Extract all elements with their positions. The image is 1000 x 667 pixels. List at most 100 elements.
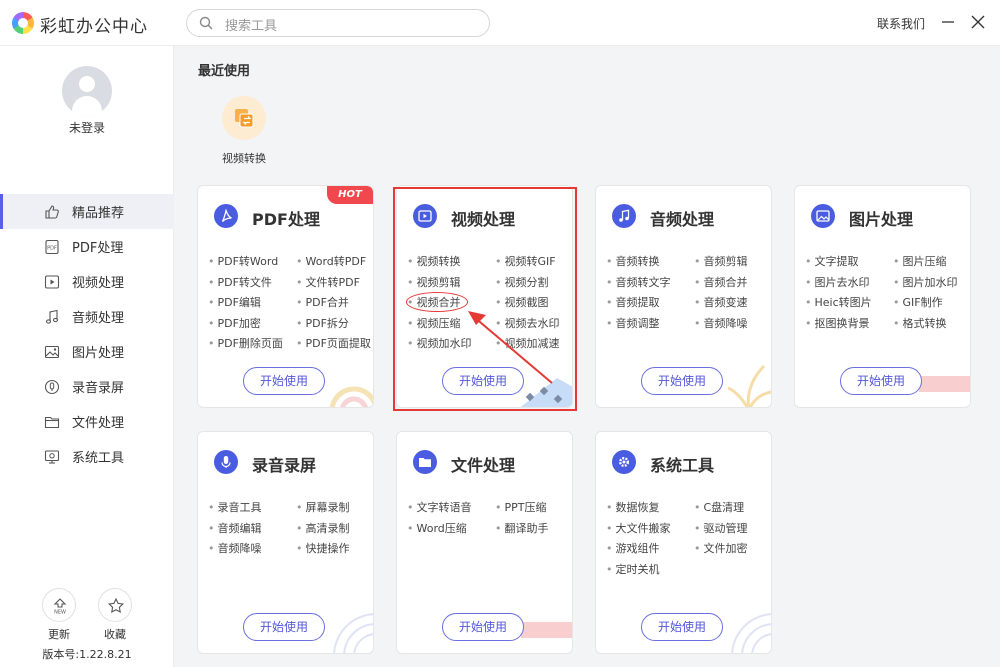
card-icon-wrap xyxy=(214,204,238,228)
search-box[interactable]: 搜索工具 xyxy=(186,9,490,37)
tool-link[interactable]: PDF转文件 xyxy=(208,273,296,294)
tool-link[interactable]: PDF页面提取 xyxy=(296,334,373,355)
tool-link[interactable]: 录音工具 xyxy=(208,498,296,519)
sidebar-item-pdf[interactable]: PDF PDF处理 xyxy=(0,229,174,264)
close-icon[interactable] xyxy=(968,12,988,32)
avatar-head xyxy=(79,76,95,92)
highlight-ellipse xyxy=(406,292,468,312)
tool-link[interactable]: 音频调整 xyxy=(606,314,694,335)
new-update-icon: NEW xyxy=(53,598,67,615)
tool-link[interactable]: 文件转PDF xyxy=(296,273,373,294)
card-icon-wrap xyxy=(612,204,636,228)
start-button[interactable]: 开始使用 xyxy=(442,613,524,641)
tool-link[interactable]: 文件加密 xyxy=(694,539,771,560)
start-button[interactable]: 开始使用 xyxy=(840,367,922,395)
search-input[interactable]: 搜索工具 xyxy=(225,15,277,34)
app-title: 彩虹办公中心 xyxy=(40,17,148,37)
card-decoration xyxy=(521,622,572,638)
tool-link[interactable]: Word压缩 xyxy=(407,519,495,540)
sidebar-item-video[interactable]: 视频处理 xyxy=(0,264,174,299)
recent-item-video-convert[interactable]: 视频转换 xyxy=(214,96,274,166)
star-icon xyxy=(107,597,125,614)
tool-link[interactable]: 文字转语音 xyxy=(407,498,495,519)
tool-link[interactable]: 抠图换背景 xyxy=(805,314,893,335)
start-button[interactable]: 开始使用 xyxy=(641,613,723,641)
tool-link[interactable]: 图片加水印 xyxy=(893,273,970,294)
minimize-icon[interactable] xyxy=(938,12,958,32)
card-decoration xyxy=(333,613,373,653)
tool-link[interactable]: Heic转图片 xyxy=(805,293,893,314)
contact-us-link[interactable]: 联系我们 xyxy=(877,15,925,32)
avatar[interactable] xyxy=(62,66,112,116)
tool-link[interactable]: 音频编辑 xyxy=(208,519,296,540)
tool-link[interactable]: 屏幕录制 xyxy=(296,498,373,519)
card-items: 文字提取 图片压缩 图片去水印 图片加水印 Heic转图片 GIF制作 抠图换背… xyxy=(805,252,970,335)
tool-card-pdf: PDF处理 HOT PDF转Word Word转PDF PDF转文件 文件转PD… xyxy=(197,185,374,408)
image-icon xyxy=(816,210,830,222)
card-title: 录音录屏 xyxy=(252,456,317,475)
sidebar-item-system[interactable]: 系统工具 xyxy=(0,439,174,474)
card-items: 录音工具 屏幕录制 音频编辑 高清录制 音频降噪 快捷操作 xyxy=(208,498,373,560)
monitor-icon xyxy=(44,450,60,464)
sidebar-nav: 精品推荐 PDF PDF处理 视频处理 音频处理 图片处理 录音录屏 文件处理 … xyxy=(0,194,174,474)
tool-link[interactable]: PPT压缩 xyxy=(495,498,572,519)
login-status[interactable]: 未登录 xyxy=(0,119,174,136)
sidebar-item-record[interactable]: 录音录屏 xyxy=(0,369,174,404)
sidebar-item-label: 录音录屏 xyxy=(72,381,125,396)
pdf-icon: PDF xyxy=(45,239,59,255)
sidebar-item-label: 图片处理 xyxy=(72,346,125,361)
start-button[interactable]: 开始使用 xyxy=(243,367,325,395)
tool-link[interactable]: 定时关机 xyxy=(606,560,694,581)
tool-link[interactable]: 数据恢复 xyxy=(606,498,694,519)
start-button[interactable]: 开始使用 xyxy=(243,613,325,641)
favorite-button[interactable] xyxy=(98,588,132,622)
tool-link[interactable]: 音频转换 xyxy=(606,252,694,273)
card-title: 系统工具 xyxy=(650,456,715,475)
sidebar-item-audio[interactable]: 音频处理 xyxy=(0,299,174,334)
card-icon-wrap xyxy=(214,450,238,474)
tool-link[interactable]: 翻译助手 xyxy=(495,519,572,540)
recent-item-label: 视频转换 xyxy=(222,152,266,165)
tool-link[interactable]: 图片去水印 xyxy=(805,273,893,294)
tool-link[interactable]: PDF编辑 xyxy=(208,293,296,314)
tool-link[interactable]: 大文件搬家 xyxy=(606,519,694,540)
card-decoration xyxy=(731,613,771,653)
update-button[interactable]: NEW xyxy=(42,588,76,622)
app-logo xyxy=(12,12,34,34)
tool-link[interactable]: PDF拆分 xyxy=(296,314,373,335)
sidebar-item-label: 音频处理 xyxy=(72,311,125,326)
card-decoration xyxy=(329,386,373,407)
tool-link[interactable]: 文字提取 xyxy=(805,252,893,273)
tool-link[interactable]: 音频降噪 xyxy=(694,314,771,335)
start-button[interactable]: 开始使用 xyxy=(641,367,723,395)
tool-link[interactable]: 格式转换 xyxy=(893,314,970,335)
tool-link[interactable]: 音频提取 xyxy=(606,293,694,314)
tool-link[interactable]: 音频变速 xyxy=(694,293,771,314)
tool-link[interactable]: 图片压缩 xyxy=(893,252,970,273)
tool-link[interactable]: PDF删除页面 xyxy=(208,334,296,355)
tool-link[interactable]: 音频合并 xyxy=(694,273,771,294)
tool-link[interactable]: Word转PDF xyxy=(296,252,373,273)
folder-icon xyxy=(419,458,431,467)
tool-link[interactable]: 高清录制 xyxy=(296,519,373,540)
tool-link[interactable]: C盘清理 xyxy=(694,498,771,519)
sidebar-item-image[interactable]: 图片处理 xyxy=(0,334,174,369)
tool-link[interactable]: PDF加密 xyxy=(208,314,296,335)
sidebar-item-label: 精品推荐 xyxy=(72,206,125,221)
tool-link[interactable]: PDF转Word xyxy=(208,252,296,273)
video-icon xyxy=(44,275,60,289)
tool-link[interactable]: GIF制作 xyxy=(893,293,970,314)
sidebar-item-file[interactable]: 文件处理 xyxy=(0,404,174,439)
card-items: PDF转Word Word转PDF PDF转文件 文件转PDF PDF编辑 PD… xyxy=(208,252,373,355)
tool-link[interactable]: 音频降噪 xyxy=(208,539,296,560)
card-icon-wrap xyxy=(811,204,835,228)
tool-link[interactable]: 游戏组件 xyxy=(606,539,694,560)
tool-link[interactable]: 音频剪辑 xyxy=(694,252,771,273)
sidebar-item-featured[interactable]: 精品推荐 xyxy=(0,194,174,229)
tool-link[interactable]: 快捷操作 xyxy=(296,539,373,560)
tool-link[interactable]: PDF合并 xyxy=(296,293,373,314)
sidebar-item-label: 文件处理 xyxy=(72,416,125,431)
tool-link[interactable]: 音频转文字 xyxy=(606,273,694,294)
card-title: PDF处理 xyxy=(252,210,320,229)
tool-link[interactable]: 驱动管理 xyxy=(694,519,771,540)
